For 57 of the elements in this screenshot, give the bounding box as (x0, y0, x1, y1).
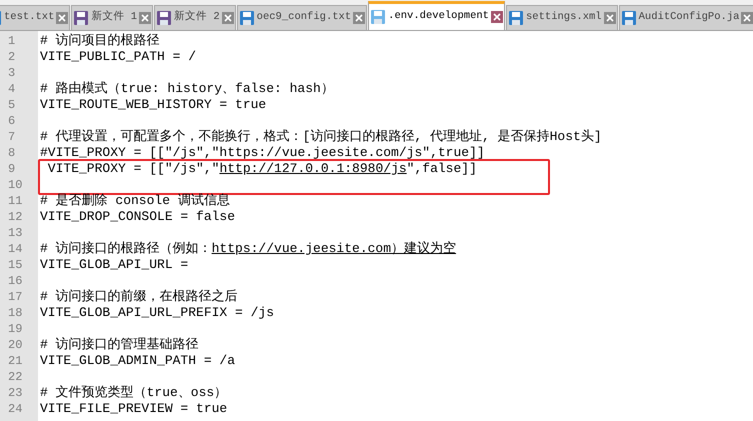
line-number: 4 (7, 81, 16, 97)
line-number: 5 (7, 97, 16, 113)
line-number: 10 (7, 177, 24, 193)
code-line: VITE_GLOB_API_URL = (40, 257, 188, 273)
code-line: # 访问接口的前缀，在根路径之后 (40, 289, 238, 305)
code-line: VITE_FILE_PREVIEW = true (40, 401, 228, 417)
code-line: # 路由模式（true: history、false: hash） (40, 81, 334, 97)
code-line: # 文件预览类型（true、oss） (40, 385, 228, 401)
file-tab[interactable]: settings.xml (506, 5, 618, 30)
line-number: 22 (7, 369, 24, 385)
line-number: 2 (7, 49, 16, 65)
code-line: VITE_ROUTE_WEB_HISTORY = true (40, 97, 266, 113)
line-number: 11 (7, 193, 24, 209)
code-line: # 访问项目的根路径 (40, 33, 160, 49)
file-tab[interactable]: 新文件 2 (154, 5, 236, 30)
code-line: # 是否删除 console 调试信息 (40, 193, 230, 209)
close-icon[interactable] (222, 12, 234, 24)
file-tab[interactable]: oec9_config.txt (236, 5, 368, 30)
line-number: 6 (7, 113, 16, 129)
line-number: 23 (7, 385, 24, 401)
line-number: 15 (7, 257, 24, 273)
close-icon[interactable] (353, 12, 366, 24)
link[interactable]: https://vue.jeesite.com）建议为空 (212, 241, 456, 256)
line-number: 1 (7, 33, 16, 49)
line-number: 21 (7, 353, 24, 369)
line-number: 12 (7, 209, 24, 225)
file-tab[interactable]: 新文件 1 (71, 5, 154, 30)
line-number: 8 (7, 145, 16, 161)
line-number: 7 (7, 129, 16, 145)
code-line: VITE_PROXY = [["/js","http://127.0.0.1:8980/js",false]] (46, 161, 477, 177)
close-icon[interactable] (741, 12, 753, 24)
close-icon[interactable] (56, 12, 68, 24)
line-number: 19 (7, 321, 24, 337)
code-line: VITE_GLOB_ADMIN_PATH = /a (40, 353, 236, 369)
file-tab[interactable]: AuditConfigPo.ja (618, 5, 753, 30)
close-icon[interactable] (139, 12, 152, 24)
link[interactable]: http://127.0.0.1:8980/js (219, 161, 407, 176)
line-number: 14 (7, 241, 24, 257)
line-number: 24 (7, 401, 24, 417)
code-line: #VITE_PROXY = [["/js","https://vue.jeesite.com/js",true]] (40, 145, 485, 161)
line-number: 16 (7, 273, 24, 289)
code-line: # 访问接口的管理基础路径 (40, 337, 199, 353)
line-number: 20 (7, 337, 24, 353)
code-line: # 代理设置，可配置多个，不能换行，格式：[访问接口的根路径, 代理地址, 是否保持Host头] (40, 129, 602, 145)
line-number: 18 (7, 305, 24, 321)
code-line: VITE_GLOB_API_URL_PREFIX = /js (40, 305, 274, 321)
code-line: # 访问接口的根路径（例如：https://vue.jeesite.com）建议为空 (40, 241, 456, 257)
file-tab[interactable]: .env.development (368, 1, 505, 30)
line-number: 17 (7, 289, 24, 305)
code-line: VITE_PUBLIC_PATH = / (40, 49, 196, 65)
file-tab[interactable]: test.txt (0, 5, 70, 30)
close-icon[interactable] (604, 12, 616, 24)
line-number: 13 (7, 225, 24, 241)
close-icon[interactable] (490, 11, 503, 23)
line-number: 3 (7, 65, 16, 81)
line-number: 9 (7, 161, 16, 177)
code-line: VITE_DROP_CONSOLE = false (40, 209, 236, 225)
